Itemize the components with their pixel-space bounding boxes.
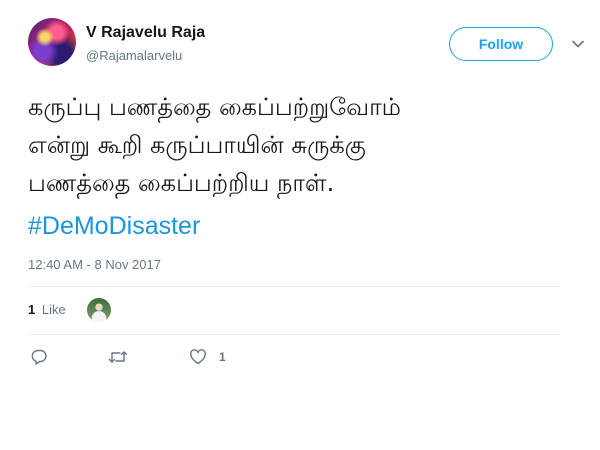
tweet-text: கருப்பு பணத்தை கைப்பற்றுவோம் என்று கூறி … (28, 88, 573, 202)
likes-summary[interactable]: 1 Like (28, 302, 66, 317)
tweet-text-line: என்று கூறி கருப்பாயின் சுருக்கு (28, 131, 366, 159)
hashtag-link[interactable]: #DeMoDisaster (28, 212, 200, 241)
tweet-text-line: கருப்பு பணத்தை கைப்பற்றுவோம் (28, 93, 401, 121)
author-avatar[interactable] (28, 18, 76, 66)
liker-avatar[interactable] (87, 298, 111, 322)
retweet-button[interactable] (108, 348, 128, 366)
tweet-text-line: பணத்தை கைப்பற்றிய நாள். (28, 169, 335, 197)
like-count: 1 (219, 350, 226, 364)
follow-button[interactable]: Follow (449, 27, 553, 61)
divider (28, 286, 559, 287)
like-button[interactable]: 1 (189, 348, 226, 366)
heart-icon (189, 348, 207, 366)
author-name[interactable]: V Rajavelu Raja (86, 24, 205, 42)
tweet-timestamp[interactable]: 12:40 AM - 8 Nov 2017 (28, 257, 161, 272)
likes-label: Like (41, 302, 66, 317)
likes-count: 1 (28, 302, 36, 317)
reply-button[interactable] (30, 348, 48, 366)
retweet-icon (108, 348, 128, 366)
author-handle[interactable]: @Rajamalarvelu (86, 48, 182, 63)
reply-icon (30, 348, 48, 366)
chevron-down-icon[interactable] (571, 36, 585, 50)
divider (28, 334, 559, 335)
